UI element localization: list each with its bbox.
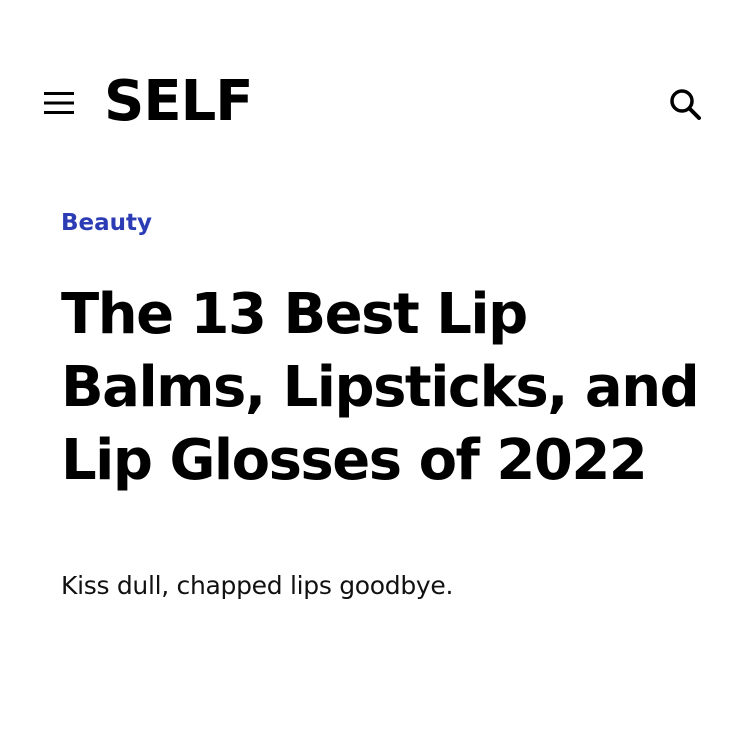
search-icon[interactable] — [666, 85, 704, 123]
article-dek: Kiss dull, chapped lips goodbye. — [61, 571, 454, 600]
article-header: Beauty The 13 Best Lip Balms, Lipsticks,… — [61, 206, 701, 603]
article-headline: The 13 Best Lip Balms, Lipsticks, and Li… — [61, 282, 700, 493]
category-link[interactable]: Beauty — [61, 206, 152, 240]
site-header: SELF — [0, 0, 750, 200]
site-logo[interactable]: SELF — [104, 70, 254, 134]
hamburger-menu-icon[interactable] — [44, 90, 76, 116]
